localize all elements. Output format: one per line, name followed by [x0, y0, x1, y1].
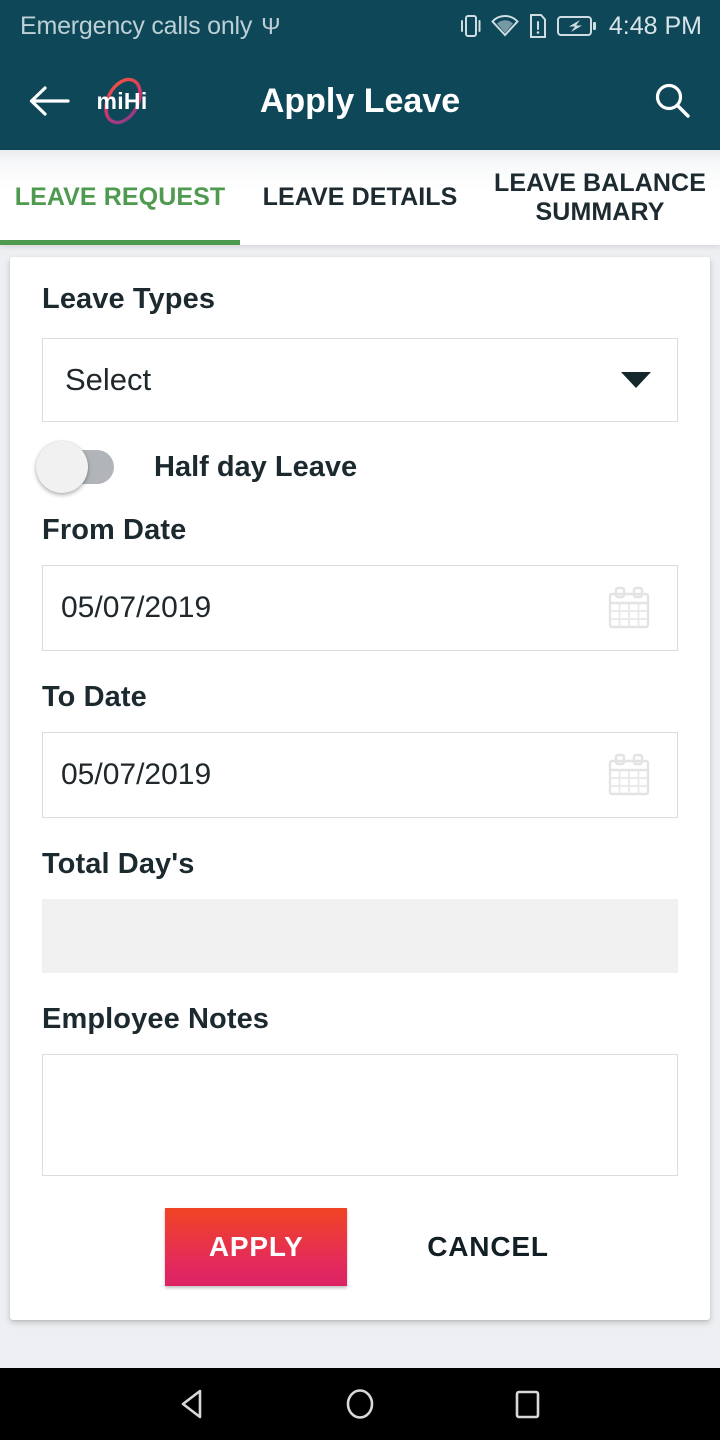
android-nav-bar	[0, 1368, 720, 1440]
form-scroll-area: Leave Types Select Half day Leave From D…	[0, 245, 720, 1368]
to-date-input[interactable]: 05/07/2019	[42, 732, 678, 818]
leave-types-select[interactable]: Select	[42, 338, 678, 422]
leave-types-selected-value: Select	[65, 362, 152, 397]
calendar-icon[interactable]	[603, 582, 655, 634]
carrier-label: Emergency calls only	[20, 11, 253, 40]
nav-back-triangle-icon[interactable]	[161, 1379, 225, 1429]
cancel-button[interactable]: CANCEL	[421, 1231, 554, 1263]
clock-label: 4:48 PM	[608, 11, 702, 40]
switch-knob	[36, 441, 88, 493]
total-days-label: Total Day's	[42, 848, 195, 880]
chevron-down-icon	[621, 372, 651, 388]
tab-leave-balance-summary[interactable]: LEAVE BALANCE SUMMARY	[480, 150, 720, 245]
half-day-switch[interactable]	[36, 441, 114, 493]
sim-alert-icon	[529, 14, 546, 38]
back-arrow-icon[interactable]	[26, 78, 72, 124]
leave-request-card: Leave Types Select Half day Leave From D…	[10, 257, 710, 1320]
status-bar-right: 4:48 PM	[460, 12, 702, 41]
apply-button[interactable]: APPLY	[165, 1208, 348, 1286]
usb-icon: Ψ	[261, 12, 281, 39]
half-day-toggle-row[interactable]: Half day Leave	[36, 441, 678, 493]
search-icon[interactable]	[648, 77, 696, 125]
wifi-icon	[491, 15, 519, 37]
status-bar-left: Emergency calls only Ψ	[20, 12, 280, 41]
employee-notes-label: Employee Notes	[42, 1003, 270, 1035]
from-date-value: 05/07/2019	[61, 591, 212, 624]
from-date-input[interactable]: 05/07/2019	[42, 565, 678, 651]
from-date-label: From Date	[42, 514, 187, 546]
tab-leave-request[interactable]: LEAVE REQUEST	[0, 150, 240, 245]
to-date-label: To Date	[42, 681, 147, 713]
form-actions: APPLY CANCEL	[42, 1208, 678, 1286]
tab-bar: LEAVE REQUEST LEAVE DETAILS LEAVE BALANC…	[0, 150, 720, 245]
brand-label: miHi	[96, 87, 148, 114]
nav-recents-square-icon[interactable]	[495, 1379, 559, 1429]
app-bar: miHi Apply Leave	[0, 52, 720, 150]
calendar-icon[interactable]	[603, 749, 655, 801]
battery-charging-icon	[556, 16, 596, 36]
employee-notes-input[interactable]	[42, 1054, 678, 1176]
vibrate-icon	[460, 15, 481, 37]
brand-logo: miHi	[90, 73, 154, 129]
total-days-value	[42, 899, 678, 973]
tab-leave-details[interactable]: LEAVE DETAILS	[240, 150, 480, 245]
status-bar: Emergency calls only Ψ 4:48 PM	[0, 0, 720, 52]
phone-screen: Emergency calls only Ψ 4:48 PM miHi Appl…	[0, 0, 720, 1440]
to-date-value: 05/07/2019	[61, 758, 212, 791]
half-day-label: Half day Leave	[154, 450, 358, 483]
leave-types-label: Leave Types	[42, 283, 216, 315]
nav-home-circle-icon[interactable]	[328, 1379, 392, 1429]
